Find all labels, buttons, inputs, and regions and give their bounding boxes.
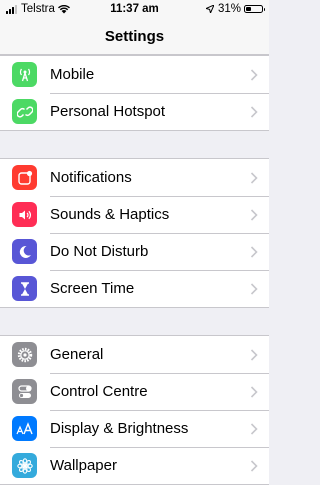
settings-group-general: General Control Centre Display & Brightn…	[0, 335, 269, 485]
settings-row-display-brightness[interactable]: Display & Brightness	[0, 410, 269, 447]
page-title: Settings	[104, 28, 165, 45]
settings-row-label: Mobile	[50, 66, 95, 83]
settings-row-mobile[interactable]: Mobile	[0, 56, 269, 93]
settings-row-label: Do Not Disturb	[50, 243, 149, 260]
chevron-right-icon	[250, 283, 258, 295]
settings-row-personal-hotspot[interactable]: Personal Hotspot	[0, 93, 269, 130]
toggles-icon	[12, 379, 37, 404]
location-arrow-icon	[205, 5, 214, 13]
chevron-right-icon	[250, 106, 258, 118]
settings-row-label: Wallpaper	[50, 457, 117, 474]
settings-row-label: Control Centre	[50, 383, 148, 400]
settings-row-do-not-disturb[interactable]: Do Not Disturb	[0, 233, 269, 270]
settings-group-notifications: Notifications Sounds & Haptics Do Not Di…	[0, 158, 269, 308]
settings-row-wallpaper[interactable]: Wallpaper	[0, 447, 269, 484]
status-bar: Telstra 11:37 am 31%	[0, 0, 269, 20]
chevron-right-icon	[250, 246, 258, 258]
chevron-right-icon	[250, 423, 258, 435]
settings-row-general[interactable]: General	[0, 336, 269, 373]
settings-row-label: Notifications	[50, 169, 132, 186]
hourglass-icon	[12, 276, 37, 301]
gear-icon	[12, 342, 37, 367]
settings-row-label: Personal Hotspot	[50, 103, 166, 120]
flower-icon	[12, 453, 37, 478]
speaker-icon	[12, 202, 37, 227]
battery-icon	[244, 5, 265, 13]
battery-level	[246, 7, 251, 11]
chevron-right-icon	[250, 386, 258, 398]
status-right: 31%	[205, 3, 265, 15]
settings-row-label: Sounds & Haptics	[50, 206, 170, 223]
text-size-icon	[12, 416, 37, 441]
antenna-icon	[12, 62, 37, 87]
settings-row-control-centre[interactable]: Control Centre	[0, 373, 269, 410]
settings-row-notifications[interactable]: Notifications	[0, 159, 269, 196]
settings-row-label: Display & Brightness	[50, 420, 189, 437]
hotspot-icon	[12, 99, 37, 124]
moon-icon	[12, 239, 37, 264]
settings-row-label: Screen Time	[50, 280, 135, 297]
chevron-right-icon	[250, 69, 258, 81]
chevron-right-icon	[250, 172, 258, 184]
navigation-bar: Settings	[0, 20, 269, 55]
notifications-icon	[12, 165, 37, 190]
settings-group-connectivity: Mobile Personal Hotspot	[0, 55, 269, 131]
chevron-right-icon	[250, 209, 258, 221]
settings-row-screen-time[interactable]: Screen Time	[0, 270, 269, 307]
battery-percent: 31%	[217, 3, 241, 15]
chevron-right-icon	[250, 349, 258, 361]
chevron-right-icon	[250, 460, 258, 472]
settings-row-sounds-haptics[interactable]: Sounds & Haptics	[0, 196, 269, 233]
settings-row-label: General	[50, 346, 104, 363]
